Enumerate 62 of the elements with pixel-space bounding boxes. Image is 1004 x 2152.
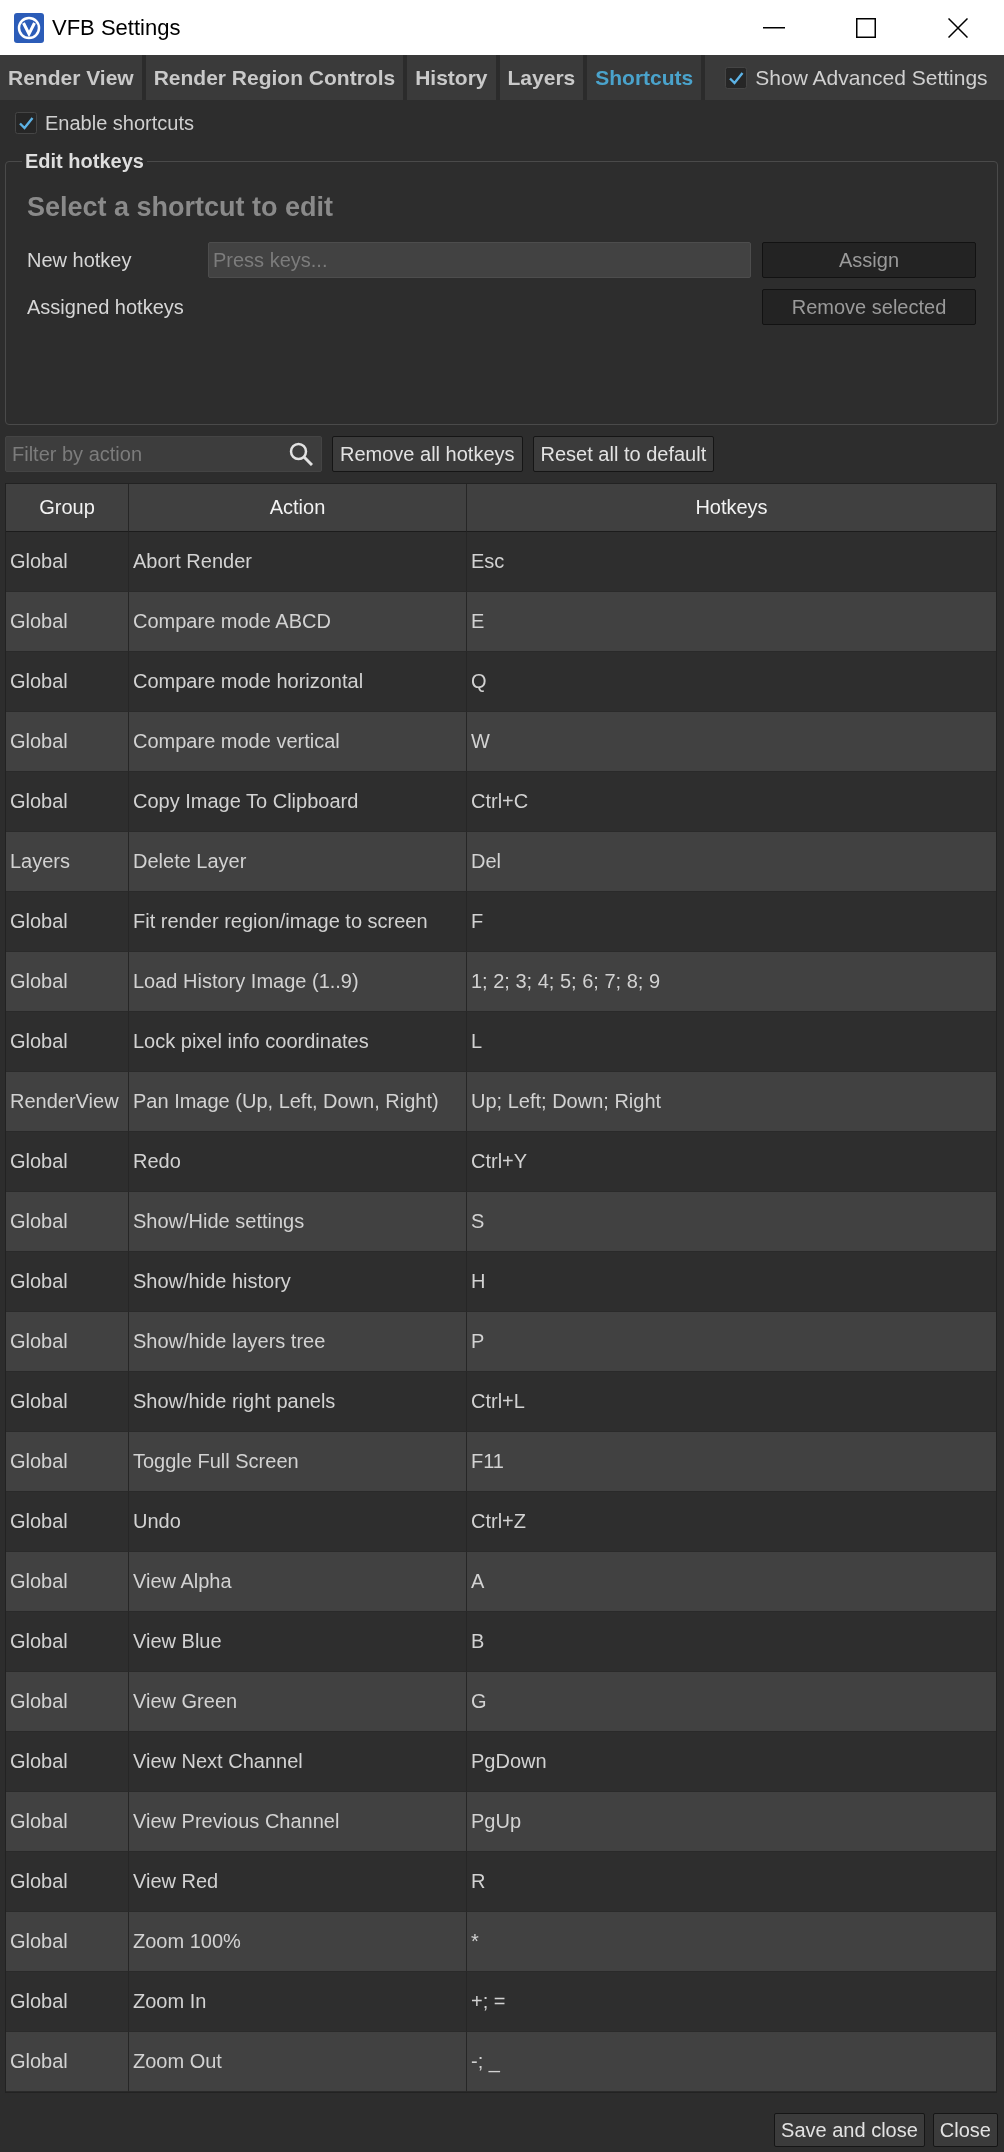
checkbox-label[interactable]: Enable shortcuts xyxy=(45,111,194,135)
window-title: VFB Settings xyxy=(52,14,181,41)
table-cell: Global xyxy=(6,1432,129,1492)
app-logo-icon xyxy=(14,12,44,43)
footer-button[interactable]: Close xyxy=(932,2113,998,2147)
table-cell: Global xyxy=(6,712,129,772)
table-cell: Global xyxy=(6,1552,129,1612)
table-cell: E xyxy=(467,592,996,652)
table-cell: Compare mode vertical xyxy=(129,712,467,772)
table-cell: Del xyxy=(467,832,996,892)
table-cell: Global xyxy=(6,1672,129,1732)
column-header[interactable]: Group xyxy=(6,484,129,532)
table-cell: Delete Layer xyxy=(129,832,467,892)
filter-field[interactable]: Filter by action xyxy=(5,436,322,472)
minimize-icon[interactable] xyxy=(763,26,785,29)
table-cell: Global xyxy=(6,592,129,652)
table-cell: PgUp xyxy=(467,1792,996,1852)
table-cell: -; _ xyxy=(467,2032,996,2092)
table-cell: Show/hide layers tree xyxy=(129,1312,467,1372)
table-cell: Global xyxy=(6,1792,129,1852)
table-cell: Up; Left; Down; Right xyxy=(467,1072,996,1132)
table-cell: RenderView xyxy=(6,1072,129,1132)
field-label: Assigned hotkeys xyxy=(27,295,185,319)
table-cell: Global xyxy=(6,1312,129,1372)
table-cell: Load History Image (1..9) xyxy=(129,952,467,1012)
table-cell: Zoom 100% xyxy=(129,1912,467,1972)
group-title: Edit hotkeys xyxy=(24,150,145,172)
table-cell: Toggle Full Screen xyxy=(129,1432,467,1492)
table-cell: View Green xyxy=(129,1672,467,1732)
toolbar-button[interactable]: Remove all hotkeys xyxy=(332,436,523,472)
checkbox[interactable] xyxy=(725,66,748,89)
table-cell: Zoom Out xyxy=(129,2032,467,2092)
table-cell: Global xyxy=(6,2032,129,2092)
column-header[interactable]: Action xyxy=(129,484,467,532)
toolbar-button[interactable]: Reset all to default xyxy=(532,436,715,472)
checkbox-label[interactable]: Show Advanced Settings xyxy=(755,65,988,90)
hotkey-input-field[interactable]: Press keys... xyxy=(208,242,751,278)
table-cell: Layers xyxy=(6,832,129,892)
section-heading: Select a shortcut to edit xyxy=(27,191,335,224)
table-cell: Pan Image (Up, Left, Down, Right) xyxy=(129,1072,467,1132)
table-cell: 1; 2; 3; 4; 5; 6; 7; 8; 9 xyxy=(467,952,996,1012)
table-cell: A xyxy=(467,1552,996,1612)
column-header[interactable]: Hotkeys xyxy=(467,484,996,532)
table-cell: Global xyxy=(6,1912,129,1972)
checkbox[interactable] xyxy=(15,112,37,134)
table-cell: S xyxy=(467,1192,996,1252)
close-icon[interactable] xyxy=(948,17,968,38)
table-cell: P xyxy=(467,1312,996,1372)
maximize-icon[interactable] xyxy=(856,17,876,38)
table-cell: View Alpha xyxy=(129,1552,467,1612)
table-cell: * xyxy=(467,1912,996,1972)
table-cell: W xyxy=(467,712,996,772)
table-cell: G xyxy=(467,1672,996,1732)
table-cell: Global xyxy=(6,1192,129,1252)
table-cell: View Previous Channel xyxy=(129,1792,467,1852)
footer-button[interactable]: Save and close xyxy=(774,2113,925,2147)
search-icon[interactable] xyxy=(289,442,313,466)
table-cell: Compare mode ABCD xyxy=(129,592,467,652)
field-label: New hotkey xyxy=(27,248,133,272)
table-cell: Global xyxy=(6,952,129,1012)
table-cell: Show/Hide settings xyxy=(129,1192,467,1252)
table-cell: F11 xyxy=(467,1432,996,1492)
